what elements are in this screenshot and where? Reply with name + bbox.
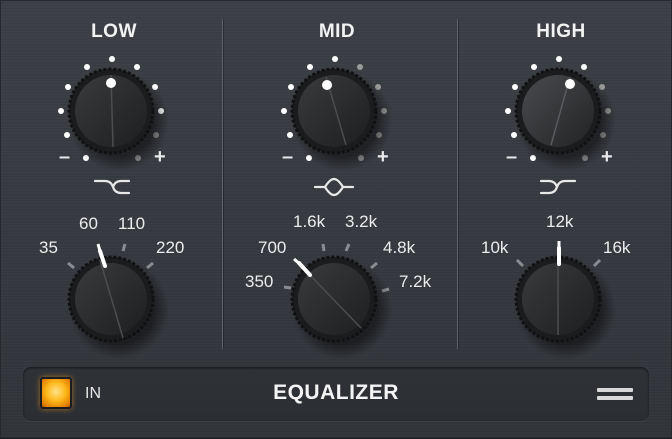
- high-freq-knob[interactable]: [514, 241, 616, 359]
- mid-freq-knob[interactable]: [283, 243, 392, 359]
- low-shelf-icon: [93, 179, 131, 195]
- high-gain-knob[interactable]: [505, 56, 616, 171]
- equalizer-panel: LOW MID HIGH – + – + – + 35 60 110 220 3…: [0, 0, 672, 438]
- low-freq-knob[interactable]: [67, 243, 169, 359]
- low-gain-knob[interactable]: [58, 56, 169, 171]
- mid-gain-knob[interactable]: [281, 56, 392, 171]
- menu-icon[interactable]: [597, 385, 633, 403]
- equalizer-title: EQUALIZER: [273, 381, 399, 404]
- footer-bar: IN EQUALIZER: [23, 367, 649, 421]
- high-shelf-icon: [539, 179, 577, 195]
- bell-icon: [313, 177, 355, 197]
